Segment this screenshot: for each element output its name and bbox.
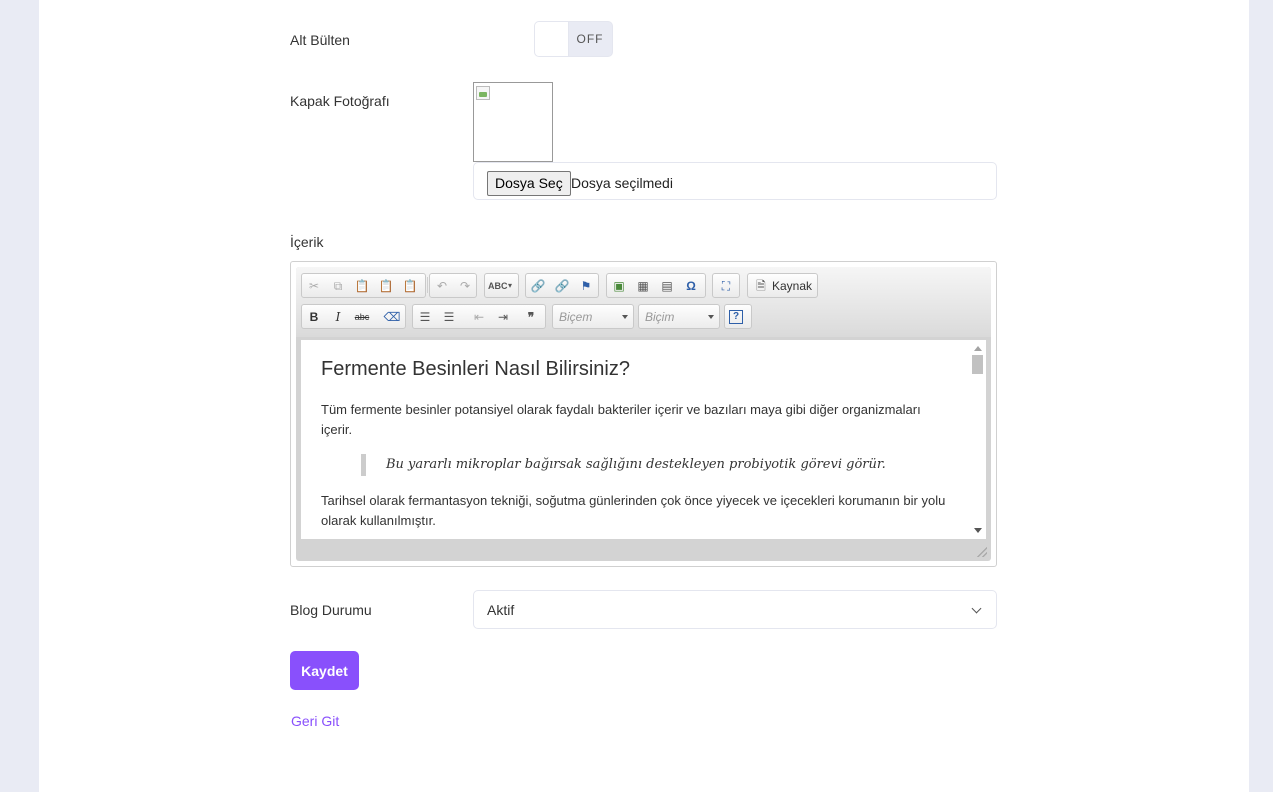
help-group: ? xyxy=(724,304,752,329)
horizontal-rule-icon[interactable]: ▤ xyxy=(658,277,676,295)
chevron-down-icon xyxy=(708,315,714,319)
content-label: İçerik xyxy=(290,234,324,250)
numbered-list-icon[interactable]: ☰ xyxy=(416,308,434,326)
format-combo[interactable]: Biçim xyxy=(638,304,720,329)
content-paragraph-2: Tarihsel olarak fermantasyon tekniği, so… xyxy=(321,493,946,528)
paste-icon[interactable]: 📋 xyxy=(353,277,371,295)
paste-word-icon[interactable]: 📋 xyxy=(401,277,419,295)
paste-text-icon[interactable]: 📋 xyxy=(377,277,395,295)
cover-photo-label: Kapak Fotoğrafı xyxy=(290,93,390,109)
choose-file-button[interactable]: Dosya Seç xyxy=(487,171,571,196)
content-paragraph-1: Tüm fermente besinler potansiyel olarak … xyxy=(321,402,921,437)
insert-group: ▣ ▦ ▤ Ω xyxy=(606,273,706,298)
blog-status-select[interactable]: Aktif xyxy=(473,590,997,629)
style-combo[interactable]: Biçem xyxy=(552,304,634,329)
history-group: ↶ ↷ xyxy=(429,273,477,298)
editor-frame: ✂ ⧉ 📋 📋 📋 ↶ ↷ ABC ▾ 🔗 🔗 ⚑ ▣ ▦ ▤ Ω ⛶ 🗎 Ka… xyxy=(296,267,991,561)
chevron-down-icon xyxy=(622,315,628,319)
copy-icon[interactable]: ⧉ xyxy=(329,277,347,295)
newsletter-label: Alt Bülten xyxy=(290,32,350,48)
toggle-state: OFF xyxy=(576,32,604,46)
cover-photo-preview xyxy=(473,82,553,162)
scroll-up-icon[interactable] xyxy=(974,346,982,351)
indent-icon[interactable]: ⇥ xyxy=(494,308,512,326)
save-button[interactable]: Kaydet xyxy=(290,651,359,690)
toolbar-separator xyxy=(427,277,428,293)
cut-icon[interactable]: ✂ xyxy=(305,277,323,295)
file-status: Dosya seçilmedi xyxy=(571,175,673,191)
blog-status-value: Aktif xyxy=(487,602,515,618)
redo-icon[interactable]: ↷ xyxy=(456,277,474,295)
image-icon[interactable]: ▣ xyxy=(610,277,628,295)
resize-handle-icon[interactable] xyxy=(977,547,987,557)
undo-icon[interactable]: ↶ xyxy=(433,277,451,295)
newsletter-toggle[interactable]: OFF xyxy=(534,21,613,57)
editor-content[interactable]: Fermente Besinleri Nasıl Bilirsiniz? Tüm… xyxy=(301,340,969,539)
outdent-icon[interactable]: ⇤ xyxy=(470,308,488,326)
link-group: 🔗 🔗 ⚑ xyxy=(525,273,599,298)
spellcheck-icon[interactable]: ABC xyxy=(488,277,508,295)
toggle-knob xyxy=(535,22,569,56)
clipboard-group: ✂ ⧉ 📋 📋 📋 xyxy=(301,273,426,298)
scroll-thumb[interactable] xyxy=(972,355,983,374)
blog-status-label: Blog Durumu xyxy=(290,602,372,618)
bullet-list-icon[interactable]: ☰ xyxy=(440,308,458,326)
content-blockquote: Bu yararlı mikroplar bağırsak sağlığını … xyxy=(361,454,886,476)
blockquote-icon[interactable]: ❞ xyxy=(522,308,540,326)
content-heading: Fermente Besinleri Nasıl Bilirsiniz? xyxy=(321,358,630,380)
chevron-down-icon xyxy=(971,603,982,614)
spellcheck-group: ABC ▾ xyxy=(484,273,519,298)
list-group: ☰ ☰ ⇤ ⇥ ❞ xyxy=(412,304,546,329)
anchor-icon[interactable]: ⚑ xyxy=(577,277,595,295)
source-group[interactable]: 🗎 Kaynak xyxy=(747,273,818,298)
basic-style-group: B I abc ⌫ xyxy=(301,304,406,329)
style-combo-label: Biçem xyxy=(559,310,593,324)
maximize-icon[interactable]: ⛶ xyxy=(717,277,735,295)
italic-icon[interactable]: I xyxy=(329,308,347,326)
help-icon[interactable]: ? xyxy=(729,310,743,324)
file-input[interactable]: Dosya Seç Dosya seçilmedi xyxy=(473,162,997,200)
special-char-icon[interactable]: Ω xyxy=(682,277,700,295)
table-icon[interactable]: ▦ xyxy=(634,277,652,295)
remove-format-icon[interactable]: ⌫ xyxy=(383,308,401,326)
format-combo-label: Biçim xyxy=(645,310,675,324)
rich-text-editor: ✂ ⧉ 📋 📋 📋 ↶ ↷ ABC ▾ 🔗 🔗 ⚑ ▣ ▦ ▤ Ω ⛶ 🗎 Ka… xyxy=(290,261,997,567)
scroll-down-icon[interactable] xyxy=(974,528,982,533)
bold-icon[interactable]: B xyxy=(305,308,323,326)
source-icon: 🗎 xyxy=(756,279,766,293)
editor-scrollbar[interactable] xyxy=(969,340,986,539)
source-button-label: Kaynak xyxy=(772,279,813,293)
broken-image-icon xyxy=(476,86,490,100)
unlink-icon[interactable]: 🔗 xyxy=(553,277,571,295)
link-icon[interactable]: 🔗 xyxy=(529,277,547,295)
back-link[interactable]: Geri Git xyxy=(291,713,339,729)
strike-icon[interactable]: abc xyxy=(353,308,371,326)
maximize-group: ⛶ xyxy=(712,273,740,298)
chevron-down-icon[interactable]: ▾ xyxy=(505,277,515,295)
